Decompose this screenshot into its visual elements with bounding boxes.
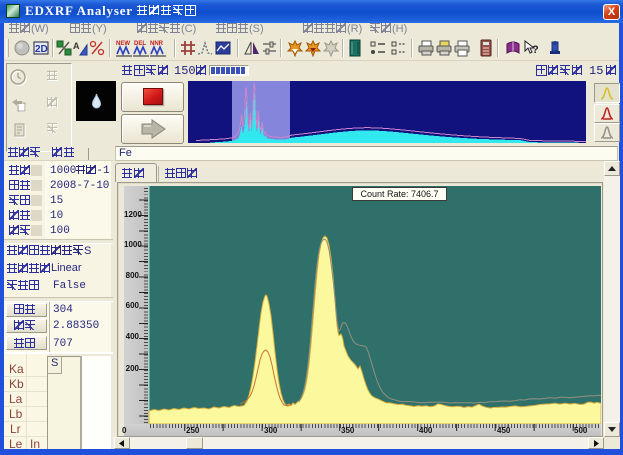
- svg-text:NNR: NNR: [150, 41, 164, 47]
- svg-text:NEW: NEW: [116, 41, 130, 47]
- svg-text:?: ?: [532, 44, 539, 56]
- svg-text:A: A: [73, 41, 80, 51]
- svg-text:2D: 2D: [35, 44, 48, 55]
- svg-text:DEL: DEL: [134, 41, 146, 47]
